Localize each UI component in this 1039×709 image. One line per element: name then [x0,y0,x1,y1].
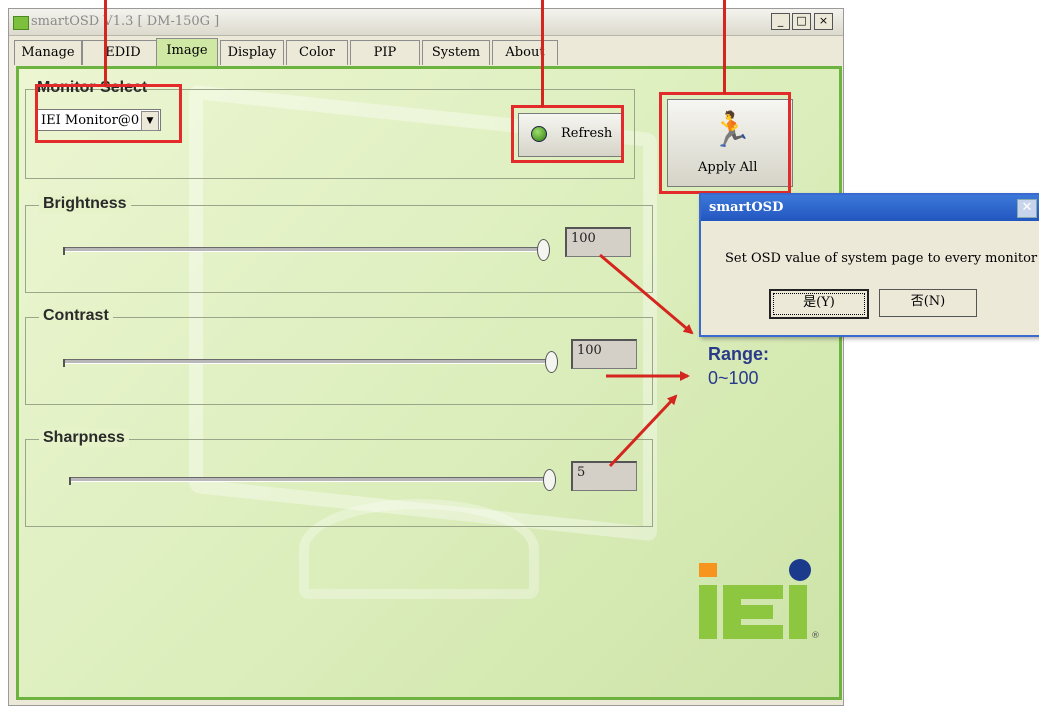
dialog-yes-button[interactable]: 是(Y) [769,289,869,319]
confirm-dialog: smartOSD ✕ Set OSD value of system page … [699,193,1039,337]
dialog-message: Set OSD value of system page to every mo… [725,251,1038,266]
range-arrows [599,253,694,468]
dialog-close-icon[interactable]: ✕ [1017,199,1037,218]
arrow-brightness [599,253,694,335]
arrow-sharpness [608,394,678,468]
dialog-no-button[interactable]: 否(N) [879,289,977,317]
dialog-title[interactable]: smartOSD [701,195,1039,221]
